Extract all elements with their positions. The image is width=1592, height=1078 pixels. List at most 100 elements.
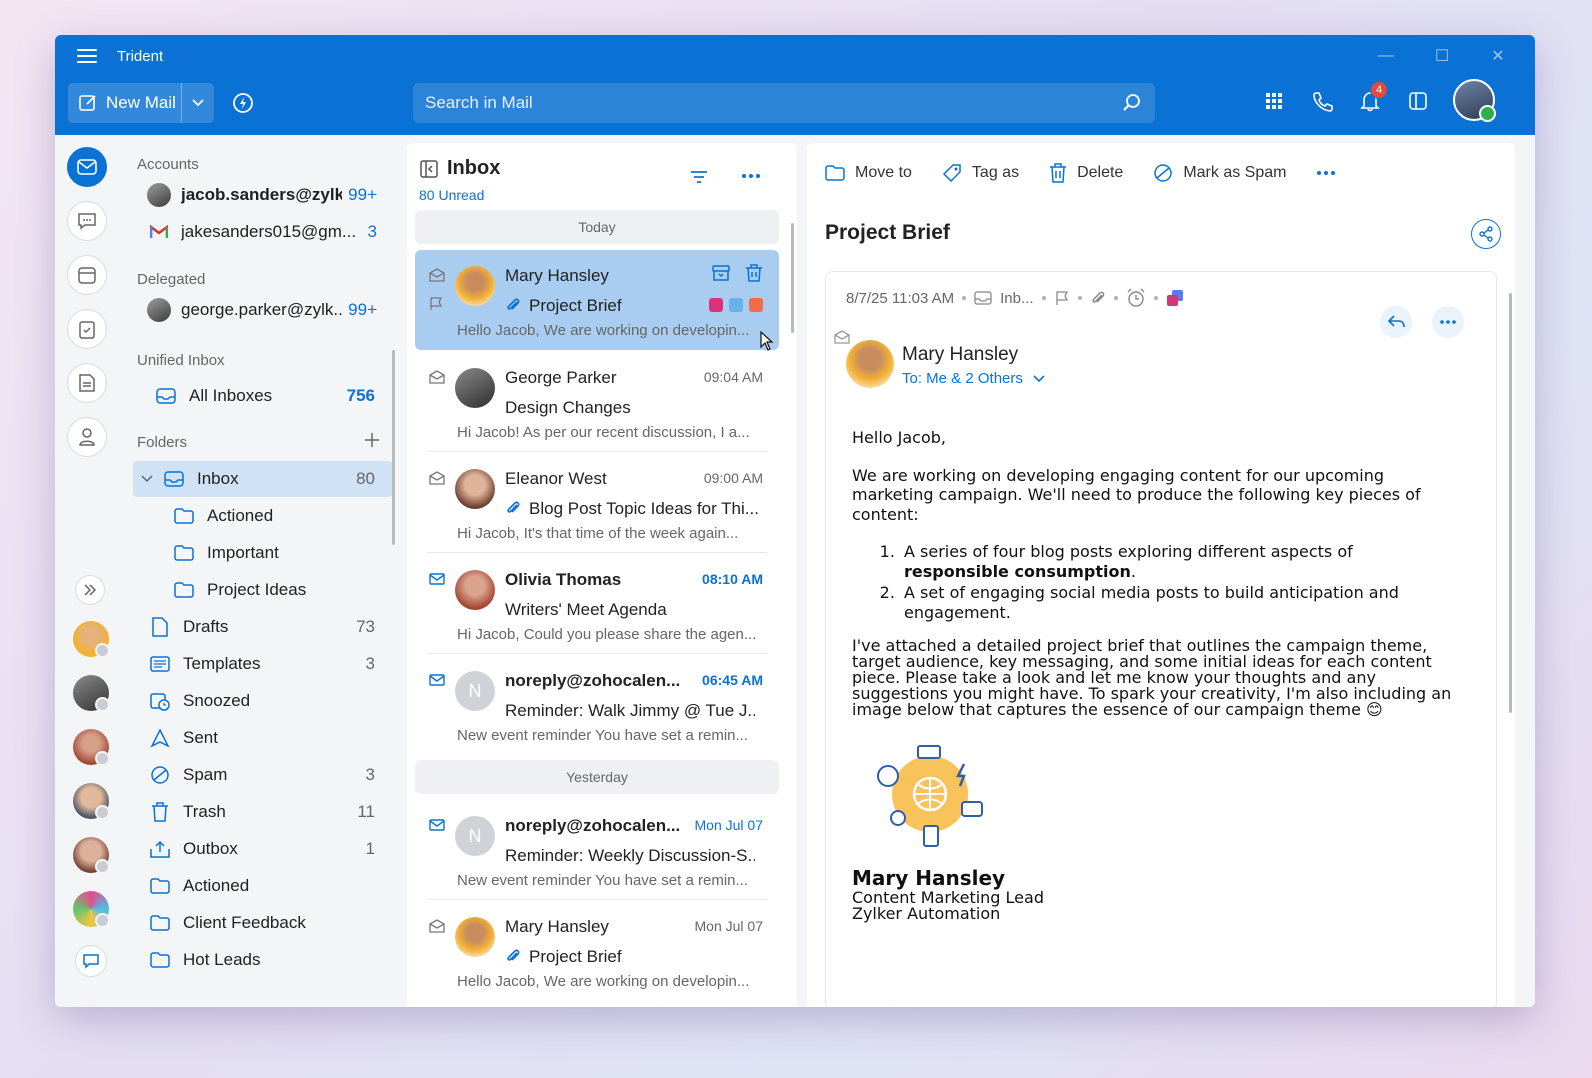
message-list-scrollbar[interactable] xyxy=(791,223,794,333)
account-row[interactable]: jakesanders015@gm... 3 xyxy=(147,218,377,246)
row-divider xyxy=(427,899,767,900)
folder-item-actioned-2[interactable]: Actioned xyxy=(149,869,379,903)
quick-actions-icon[interactable] xyxy=(231,91,255,115)
tag-as-button[interactable]: Tag as xyxy=(942,163,1019,183)
message-preview: Hi Jacob, Could you please share the age… xyxy=(457,626,757,643)
folder-pane-scrollbar[interactable] xyxy=(392,350,395,545)
folder-item-spam[interactable]: Spam 3 xyxy=(149,758,379,792)
add-folder-icon[interactable] xyxy=(363,431,381,449)
app-rail xyxy=(55,135,119,1007)
message-row[interactable]: Mary Hansley Project Brief Hello Jacob, … xyxy=(415,250,779,350)
folder-item-sent[interactable]: Sent xyxy=(149,721,379,755)
folder-item-project-ideas[interactable]: Project Ideas xyxy=(173,573,383,607)
share-button[interactable] xyxy=(1471,219,1501,249)
favorite-contact-avatar[interactable] xyxy=(73,675,110,712)
message-row[interactable]: George Parker 09:04 AM Design Changes Hi… xyxy=(415,352,779,452)
envelope-closed-icon[interactable] xyxy=(429,818,445,832)
message-row[interactable]: Olivia Thomas 08:10 AM Writers' Meet Age… xyxy=(415,554,779,654)
mark-as-spam-button[interactable]: Mark as Spam xyxy=(1153,163,1286,183)
favorite-contact-avatar[interactable] xyxy=(73,837,110,874)
favorite-contact-avatar[interactable] xyxy=(73,621,110,658)
rail-expand-button[interactable] xyxy=(75,575,105,605)
spam-icon xyxy=(1154,164,1173,182)
envelope-open-icon[interactable] xyxy=(429,471,445,485)
rail-mail-button[interactable] xyxy=(67,147,107,187)
delete-button[interactable]: Delete xyxy=(1049,163,1123,183)
more-options-icon[interactable] xyxy=(741,173,761,179)
chevron-down-icon[interactable] xyxy=(141,475,153,483)
folder-item-outbox[interactable]: Outbox 1 xyxy=(149,832,379,866)
delegated-account-row[interactable]: george.parker@zylk... 99+ xyxy=(147,296,377,324)
envelope-open-icon[interactable] xyxy=(429,268,445,282)
favorite-contact-avatar[interactable] xyxy=(73,729,110,766)
folder-item-inbox[interactable]: Inbox 80 xyxy=(141,462,379,496)
email-more-button[interactable] xyxy=(1432,306,1464,338)
folder-item-drafts[interactable]: Drafts 73 xyxy=(149,610,379,644)
all-inboxes-item[interactable]: All Inboxes 756 xyxy=(155,379,379,413)
sender-avatar[interactable] xyxy=(846,340,894,388)
message-row[interactable]: Eleanor West 09:00 AM Blog Post Topic Id… xyxy=(415,453,779,553)
side-panel-toggle-icon[interactable] xyxy=(1404,87,1432,115)
collapse-pane-icon[interactable] xyxy=(419,159,439,179)
close-icon[interactable]: ✕ xyxy=(1481,43,1515,69)
envelope-closed-icon[interactable] xyxy=(429,673,445,687)
rail-calendar-button[interactable] xyxy=(67,255,107,295)
tag-chip[interactable] xyxy=(729,298,743,312)
account-row[interactable]: jacob.sanders@zylk... 99+ xyxy=(147,181,377,209)
message-row[interactable]: Mary Hansley Mon Jul 07 Project Brief He… xyxy=(415,901,779,1001)
flag-icon[interactable] xyxy=(429,297,443,311)
reading-pane-scrollbar[interactable] xyxy=(1509,293,1512,713)
rail-feedback-button[interactable] xyxy=(75,945,107,977)
attachment-icon[interactable] xyxy=(1090,289,1106,307)
notifications-bell-icon[interactable]: 4 xyxy=(1356,81,1388,115)
more-options-icon[interactable] xyxy=(1316,170,1336,176)
maximize-icon[interactable]: ☐ xyxy=(1425,43,1459,69)
tags-stack-icon[interactable] xyxy=(1166,289,1184,307)
new-mail-button[interactable]: New Mail xyxy=(68,83,182,123)
search-input[interactable]: Search in Mail xyxy=(413,83,1155,123)
rail-notes-button[interactable] xyxy=(67,363,107,403)
message-row[interactable]: N noreply@zohocalen... Mon Jul 07 Remind… xyxy=(415,800,779,900)
unread-count[interactable]: 80 Unread xyxy=(419,187,484,203)
notes-icon xyxy=(79,374,95,392)
hamburger-menu-icon[interactable] xyxy=(77,49,97,63)
tag-chip[interactable] xyxy=(709,298,723,312)
filter-icon[interactable] xyxy=(689,169,709,185)
tag-chip[interactable] xyxy=(749,298,763,312)
campaign-illustration[interactable] xyxy=(868,742,988,852)
send-icon xyxy=(149,727,171,749)
folder-item-templates[interactable]: Templates 3 xyxy=(149,647,379,681)
folder-item-hot-leads[interactable]: Hot Leads xyxy=(149,943,379,977)
envelope-open-icon[interactable] xyxy=(429,370,445,384)
flag-icon[interactable] xyxy=(1054,290,1070,306)
search-icon[interactable] xyxy=(1121,92,1143,114)
phone-icon[interactable] xyxy=(1308,87,1336,115)
envelope-open-icon[interactable] xyxy=(834,330,850,344)
move-to-button[interactable]: Move to xyxy=(825,164,912,182)
date-separator-yesterday: Yesterday xyxy=(415,760,779,794)
apps-grid-icon[interactable] xyxy=(1260,87,1288,115)
favorite-contact-avatar[interactable] xyxy=(73,783,110,820)
folder-item-trash[interactable]: Trash 11 xyxy=(149,795,379,829)
message-row[interactable]: N noreply@zohocalen... 06:45 AM Reminder… xyxy=(415,655,779,755)
minimize-icon[interactable]: — xyxy=(1369,43,1403,69)
recipients-toggle[interactable]: To: Me & 2 Others xyxy=(902,370,1045,387)
rail-chat-button[interactable] xyxy=(67,201,107,241)
folder-item-important[interactable]: Important xyxy=(173,536,383,570)
envelope-closed-icon[interactable] xyxy=(429,572,445,586)
new-mail-dropdown[interactable] xyxy=(182,83,214,123)
reply-button[interactable] xyxy=(1380,306,1412,338)
archive-icon[interactable] xyxy=(711,264,731,282)
user-avatar[interactable] xyxy=(1453,79,1496,122)
envelope-open-icon[interactable] xyxy=(429,919,445,933)
folder-item-client-feedback[interactable]: Client Feedback xyxy=(149,906,379,940)
folder-item-actioned[interactable]: Actioned xyxy=(173,499,383,533)
folder-item-snoozed[interactable]: Snoozed xyxy=(149,684,379,718)
favorite-contact-avatar[interactable] xyxy=(73,891,110,928)
delete-icon[interactable] xyxy=(745,264,763,282)
rail-tasks-button[interactable] xyxy=(67,309,107,349)
reminder-alarm-icon[interactable] xyxy=(1126,288,1146,308)
rail-contacts-button[interactable] xyxy=(67,417,107,457)
email-folder[interactable]: Inb... xyxy=(1000,290,1033,307)
sender-name[interactable]: Mary Hansley xyxy=(902,344,1018,366)
